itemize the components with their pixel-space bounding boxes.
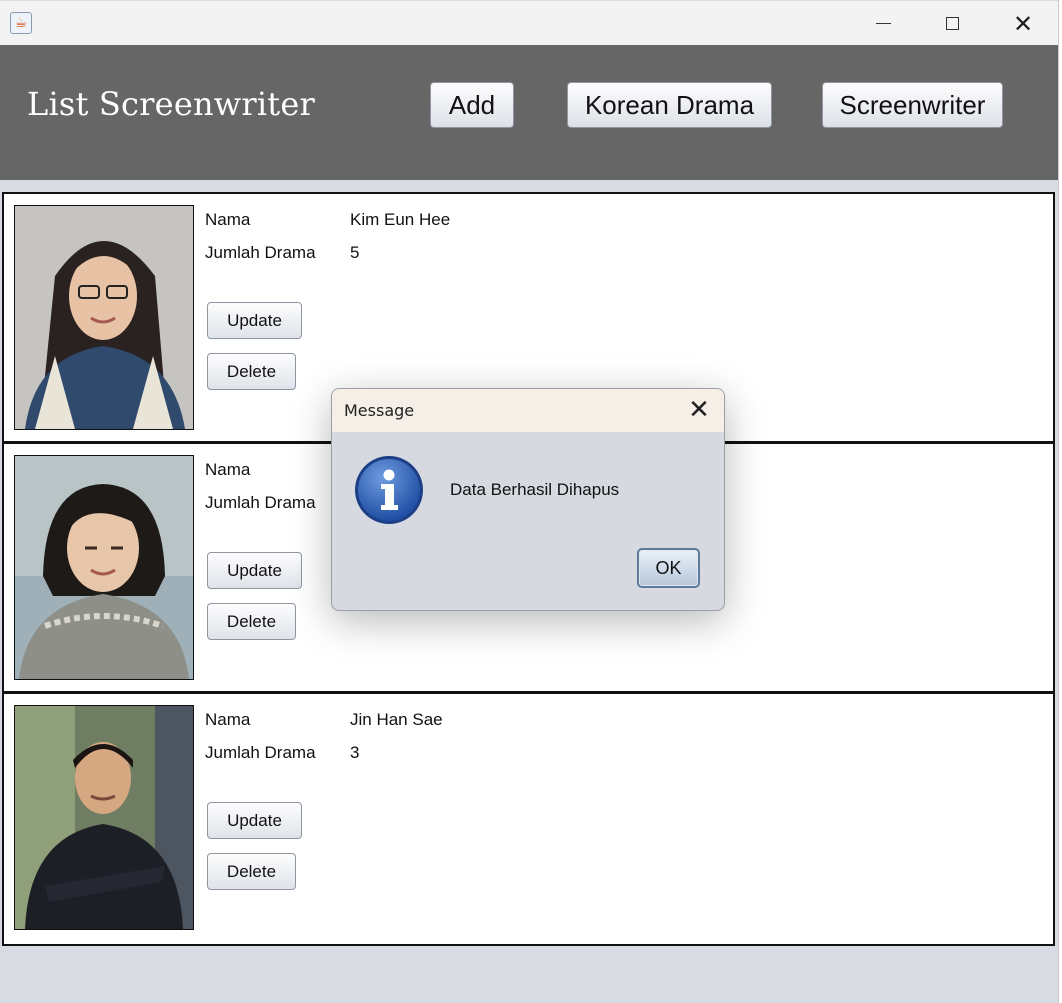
screenwriter-photo (14, 205, 194, 430)
page-title: List Screenwriter (27, 85, 315, 123)
minimize-icon (875, 23, 891, 24)
jumlah-drama-value: 3 (350, 743, 360, 762)
maximize-button[interactable] (919, 1, 985, 46)
maximize-icon (945, 17, 959, 30)
jumlah-drama-label: Jumlah Drama (205, 493, 316, 512)
screenwriter-photo (14, 705, 194, 930)
add-button[interactable]: Add (430, 82, 514, 128)
minimize-button[interactable] (850, 1, 916, 46)
delete-button[interactable]: Delete (207, 853, 296, 890)
info-icon (354, 455, 424, 525)
update-button[interactable]: Update (207, 802, 302, 839)
window-close-button[interactable]: ✕ (990, 1, 1056, 46)
bottom-panel (0, 946, 1058, 1003)
jumlah-drama-value: 5 (350, 243, 360, 262)
dialog-titlebar: Message ✕ (332, 389, 724, 432)
screenwriter-card: Nama Jin Han Sae Jumlah Drama 3 Update D… (4, 694, 1053, 944)
window-titlebar: ☕ ✕ (0, 0, 1058, 46)
screenwriter-button[interactable]: Screenwriter (822, 82, 1003, 128)
close-icon: ✕ (1012, 9, 1034, 38)
message-dialog: Message ✕ Data Berhasil Dihapus OK (331, 388, 725, 611)
jumlah-drama-label: Jumlah Drama (205, 743, 316, 762)
update-button[interactable]: Update (207, 302, 302, 339)
nama-label: Nama (205, 210, 251, 229)
jumlah-drama-label: Jumlah Drama (205, 243, 316, 262)
korean-drama-button[interactable]: Korean Drama (567, 82, 772, 128)
nama-value: Kim Eun Hee (350, 210, 451, 229)
java-coffee-icon: ☕ (10, 12, 32, 34)
dialog-message: Data Berhasil Dihapus (450, 480, 620, 499)
nama-label: Nama (205, 710, 251, 729)
delete-button[interactable]: Delete (207, 353, 296, 390)
nama-value: Jin Han Sae (350, 710, 443, 729)
nama-label: Nama (205, 460, 251, 479)
close-icon: ✕ (688, 395, 710, 425)
screenwriter-photo (14, 455, 194, 680)
ok-button[interactable]: OK (637, 548, 700, 588)
header-bar: List Screenwriter Add Korean Drama Scree… (0, 45, 1058, 180)
dialog-close-button[interactable]: ✕ (684, 395, 714, 425)
dialog-title: Message (344, 401, 415, 420)
delete-button[interactable]: Delete (207, 603, 296, 640)
update-button[interactable]: Update (207, 552, 302, 589)
